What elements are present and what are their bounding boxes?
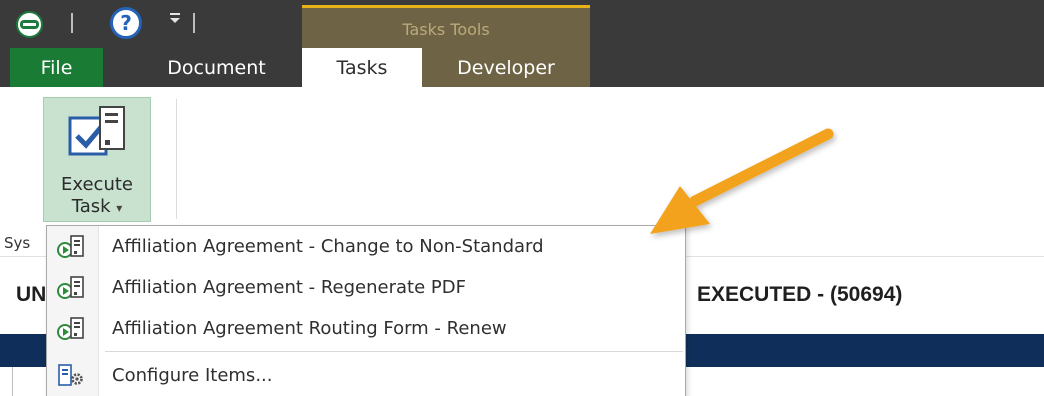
- document-title-end: EXECUTED - (50694): [697, 283, 903, 306]
- tab-tasks[interactable]: Tasks: [302, 48, 422, 87]
- qat-separator: [71, 13, 73, 33]
- task-execute-icon: [57, 317, 84, 340]
- tab-file[interactable]: File: [10, 48, 103, 87]
- execute-task-menu: Affiliation Agreement - Change to Non-St…: [46, 225, 686, 396]
- ribbon-group-divider: [176, 99, 177, 219]
- execute-label-line1: Execute: [61, 174, 133, 195]
- execute-label-line2: Task ▾: [44, 196, 150, 219]
- menu-item-label: Affiliation Agreement - Change to Non-St…: [112, 236, 544, 257]
- execute-task-button[interactable]: Execute Task ▾: [43, 97, 151, 222]
- qat-separator: [193, 13, 195, 33]
- chevron-down-icon: ▾: [116, 201, 123, 215]
- help-icon[interactable]: ?: [110, 7, 142, 39]
- menu-item-label: Configure Items...: [112, 365, 273, 386]
- execute-label-task: Task: [71, 196, 111, 217]
- title-bar-fill: [590, 0, 1044, 87]
- ribbon-body: Execute Task ▾: [0, 87, 1044, 232]
- contextual-group-label: Tasks Tools: [402, 20, 490, 39]
- configure-gear-icon: [58, 364, 83, 386]
- execute-task-icon: [68, 106, 125, 156]
- ribbon-tab-row: File Document Tasks Developer: [0, 48, 590, 87]
- menu-item-label: Affiliation Agreement Routing Form - Ren…: [112, 318, 507, 339]
- tab-document[interactable]: Document: [144, 48, 289, 87]
- execute-task-label: Execute Task ▾: [44, 174, 150, 219]
- menu-item-regenerate-pdf[interactable]: Affiliation Agreement - Regenerate PDF: [47, 269, 685, 307]
- tab-developer[interactable]: Developer: [422, 48, 590, 87]
- annotation-arrow-icon: [650, 128, 834, 234]
- menu-item-label: Affiliation Agreement - Regenerate PDF: [112, 277, 466, 298]
- menu-separator: [105, 351, 683, 352]
- menu-item-change-to-non-standard[interactable]: Affiliation Agreement - Change to Non-St…: [47, 228, 685, 266]
- menu-item-routing-form-renew[interactable]: Affiliation Agreement Routing Form - Ren…: [47, 310, 685, 348]
- contextual-tab-group: Tasks Tools: [302, 5, 590, 48]
- qat-customize-icon[interactable]: [168, 10, 182, 32]
- onbase-logo-icon[interactable]: [16, 11, 43, 38]
- menu-item-configure-items[interactable]: Configure Items...: [47, 357, 685, 395]
- task-execute-icon: [57, 276, 84, 299]
- ribbon-group-label: Sys: [4, 234, 31, 252]
- task-execute-icon: [57, 235, 84, 258]
